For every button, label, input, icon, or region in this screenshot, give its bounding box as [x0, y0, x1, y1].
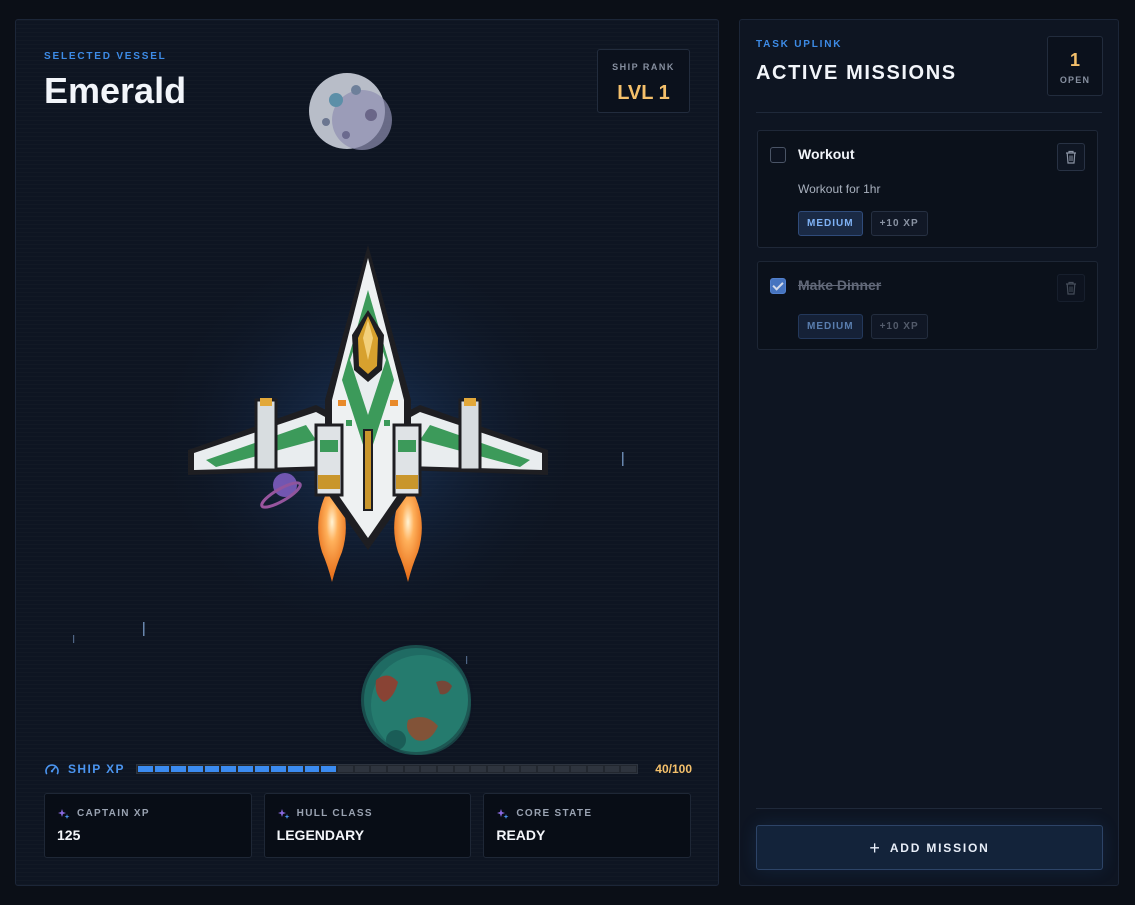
- xp-bar-segment: [488, 766, 503, 772]
- open-count: 1: [1069, 50, 1080, 70]
- mission-checkbox[interactable]: [770, 147, 786, 163]
- vessel-stats: CAPTAIN XP 125 HULL CLASS LEGENDARY CORE…: [44, 793, 692, 858]
- xp-bar-segment: [288, 766, 303, 772]
- mission-title: Make Dinner: [798, 277, 882, 293]
- add-mission-button[interactable]: + ADD MISSION: [756, 825, 1103, 870]
- ship-rank-label: SHIP RANK: [612, 62, 675, 72]
- mission-card: Workout Workout for 1hr MEDIUM +10 XP: [757, 130, 1098, 248]
- xp-bar-segment: [521, 766, 537, 772]
- xp-bar-segment: [388, 766, 403, 772]
- gauge-icon: [45, 764, 59, 775]
- xp-bar-segment: [304, 766, 320, 772]
- xp-bar-segment: [154, 766, 170, 772]
- sparkle-icon: [277, 809, 290, 819]
- vessel-panel: SELECTED VESSEL Emerald SHIP RANK LVL 1 …: [15, 19, 719, 886]
- ship-rank-badge: SHIP RANK LVL 1: [597, 49, 690, 113]
- ship-xp-progress-bar: [136, 764, 638, 774]
- xp-bar-segment: [604, 766, 620, 772]
- xp-bar-segment: [171, 766, 187, 772]
- plus-icon: +: [869, 837, 880, 858]
- mission-checkbox[interactable]: [770, 278, 786, 294]
- space-scene: [16, 20, 718, 885]
- stat-core-state: CORE STATE READY: [483, 793, 692, 858]
- delete-mission-button[interactable]: [1057, 143, 1085, 171]
- xp-bar-segment: [204, 766, 220, 772]
- stat-label: CORE STATE: [516, 808, 593, 819]
- xp-bar-segment: [188, 766, 203, 772]
- xp-bar-segment: [438, 766, 453, 772]
- xp-bar-segment: [588, 766, 603, 772]
- stat-label: HULL CLASS: [296, 808, 373, 819]
- missions-panel: TASK UPLINK ACTIVE MISSIONS 1 OPEN Worko…: [739, 19, 1119, 886]
- difficulty-badge: MEDIUM: [798, 211, 863, 236]
- xp-bar-segment: [471, 766, 487, 772]
- xp-bar-segment: [138, 766, 153, 772]
- sparkle-icon: [497, 809, 509, 819]
- add-mission-label: ADD MISSION: [889, 840, 990, 855]
- mission-tags: MEDIUM +10 XP: [798, 211, 928, 236]
- trash-icon: [1066, 150, 1076, 164]
- divider: [756, 112, 1102, 113]
- ship-xp-label: SHIP XP: [68, 762, 125, 776]
- mission-description: Workout for 1hr: [798, 182, 881, 196]
- xp-bar-segment: [254, 766, 270, 772]
- xp-bar-segment: [338, 766, 353, 772]
- stat-hull-class: HULL CLASS LEGENDARY: [263, 793, 472, 858]
- xp-bar-segment: [221, 766, 237, 772]
- xp-bar-segment: [504, 766, 520, 772]
- xp-bar-segment: [238, 766, 253, 772]
- xp-bar-segment: [321, 766, 337, 772]
- xp-bar-segment: [354, 766, 370, 772]
- mission-title: Workout: [798, 146, 855, 162]
- xp-bar-segment: [554, 766, 570, 772]
- divider: [756, 808, 1102, 809]
- trash-icon: [1066, 281, 1076, 295]
- xp-bar-segment: [538, 766, 553, 772]
- stat-label: CAPTAIN XP: [77, 808, 150, 819]
- xp-bar-segment: [571, 766, 587, 772]
- sparkle-icon: [58, 809, 70, 819]
- delete-mission-button[interactable]: [1057, 274, 1085, 302]
- xp-bar-segment: [404, 766, 420, 772]
- missions-title: ACTIVE MISSIONS: [756, 62, 957, 84]
- mission-card: Make Dinner MEDIUM +10 XP: [757, 261, 1098, 350]
- selected-vessel-label: SELECTED VESSEL: [44, 51, 167, 62]
- ship-xp-row: SHIP XP 40/100: [44, 760, 692, 780]
- xp-bar-segment: [621, 766, 637, 772]
- ship-xp-value: 40/100: [655, 762, 692, 776]
- vessel-name: Emerald: [44, 70, 187, 111]
- task-uplink-label: TASK UPLINK: [756, 39, 843, 50]
- xp-bar-segment: [421, 766, 437, 772]
- stat-captain-xp: CAPTAIN XP 125: [44, 793, 252, 858]
- planet-icon: [358, 642, 474, 758]
- stat-value: READY: [496, 827, 546, 843]
- difficulty-badge: MEDIUM: [798, 314, 863, 339]
- xp-bar-segment: [371, 766, 387, 772]
- xp-reward-badge: +10 XP: [870, 211, 928, 236]
- open-label: OPEN: [1059, 75, 1091, 85]
- stat-value: LEGENDARY: [276, 827, 365, 843]
- open-count-badge: 1 OPEN: [1047, 36, 1103, 96]
- stat-value: 125: [57, 827, 81, 843]
- ship-rank-value: LVL 1: [617, 82, 670, 104]
- mission-tags: MEDIUM +10 XP: [798, 314, 928, 339]
- xp-bar-segment: [454, 766, 470, 772]
- xp-bar-segment: [271, 766, 287, 772]
- xp-reward-badge: +10 XP: [870, 314, 928, 339]
